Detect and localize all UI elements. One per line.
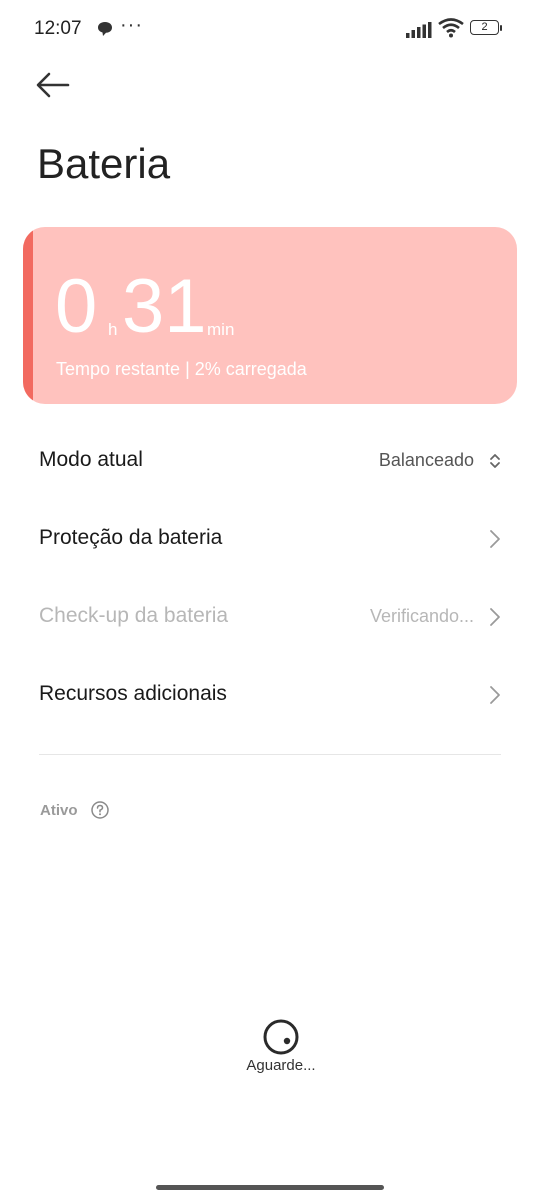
battery-checkup-label: Check-up da bateria [39,604,229,627]
minutes-value: 31 [122,264,207,349]
loading-spinner-icon [262,1018,300,1061]
status-bar: 12:07 ··· 2 [0,0,540,60]
back-button[interactable] [34,70,78,110]
cellular-signal-icon [406,22,432,43]
hours-value: 0 [55,264,98,349]
more-notifications-icon: ··· [120,14,143,36]
remaining-time-text: Tempo restante | 2% carregada [56,359,307,379]
loading-text: Aguarde... [246,1057,316,1074]
current-mode-value: Balanceado [378,450,474,470]
battery-protection-label: Proteção da bateria [39,526,223,549]
battery-level-text: 2 [470,20,499,35]
current-mode-label: Modo atual [39,448,143,471]
active-section-label: Ativo [40,802,78,819]
page-title: Bateria [37,140,171,187]
chevron-right-icon [488,684,502,711]
status-time: 12:07 [34,18,82,39]
wifi-icon [438,18,464,43]
chat-bubble-icon [96,20,114,43]
card-accent-bar [23,227,33,404]
hours-unit: h [108,320,118,339]
battery-protection-row[interactable]: Proteção da bateria [0,504,540,574]
battery-checkup-status: Verificando... [369,606,474,626]
chevron-up-down-icon [488,451,502,476]
battery-summary-card: 0 h 31 min Tempo restante | 2% carregada [23,227,517,404]
chevron-right-icon [488,606,502,633]
home-indicator[interactable] [156,1185,384,1190]
current-mode-row[interactable]: Modo atual Balanceado [0,426,540,496]
battery-checkup-row[interactable]: Check-up da bateria Verificando... [0,582,540,652]
help-circle-icon[interactable] [90,800,110,825]
additional-resources-row[interactable]: Recursos adicionais [0,660,540,730]
additional-resources-label: Recursos adicionais [39,682,227,705]
battery-status-icon: 2 [470,20,502,36]
chevron-right-icon [488,528,502,555]
section-divider [39,754,501,755]
arrow-left-icon [36,72,70,98]
minutes-unit: min [207,320,235,339]
